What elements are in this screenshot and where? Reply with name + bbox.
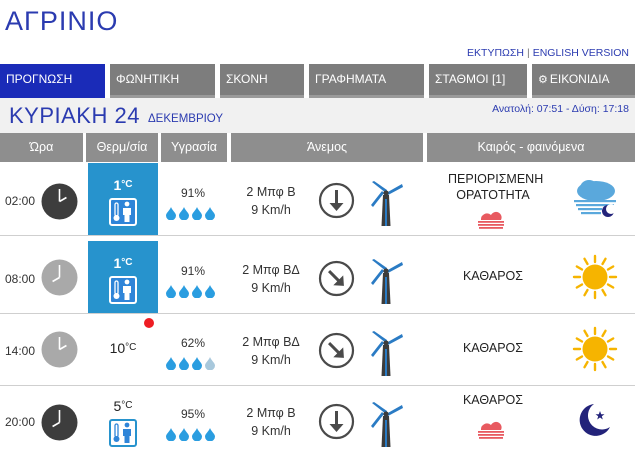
forecast-row: 08:00 1°C 91% 2 Μπφ ΒΔ 9 Km/h ΚΑΘΑΡΟΣ <box>0 241 635 314</box>
time-label: 02:00 <box>5 194 36 208</box>
tab-dust[interactable]: ΣΚΟΝΗ <box>220 64 304 98</box>
wind-force: 2 Μπφ Β <box>246 406 296 420</box>
humidity-drops-icon <box>166 206 222 221</box>
date-band: ΚΥΡΙΑΚΗ 24 ΔΕΚΕΜΒΡΙΟΥ Ανατολή: 07:51 - Δ… <box>0 98 635 133</box>
wind-direction-icon <box>318 182 355 219</box>
gear-icon: ⚙ <box>538 74 548 86</box>
humidity-value: 62% <box>180 336 206 350</box>
wind-speed: 9 Km/h <box>251 203 291 217</box>
weather-condition: ΚΑΘΑΡΟΣ <box>462 341 524 355</box>
print-link[interactable]: ΕΚΤΥΠΩΣΗ <box>467 47 524 59</box>
humidity-drops-icon <box>166 427 222 442</box>
date-day: ΚΥΡΙΑΚΗ 24 <box>9 103 140 128</box>
temperature-unit: °C <box>121 257 133 268</box>
header-temp: Θερμ/σία <box>86 133 158 162</box>
city-title: ΑΓΡΙΝΙΟ <box>5 6 119 36</box>
tab-label: ΠΡΟΓΝΩΣΗ <box>6 72 73 86</box>
wind-speed: 9 Km/h <box>251 353 291 367</box>
weather-condition: ΠΕΡΙΟΡΙΣΜΕΝΗ ΟΡΑΤΟΤΗΤΑ <box>448 172 544 202</box>
english-version-link[interactable]: ENGLISH VERSION <box>533 47 629 59</box>
cloud-fog-night-icon <box>572 176 618 222</box>
temperature-unit: °C <box>125 342 137 353</box>
temperature-cell: 1°C <box>88 241 158 313</box>
forecast-row: 20:00 5°C 95% 2 Μπφ Β 9 Km/h ΚΑΘΑΡΟΣ <box>0 384 635 455</box>
weather-condition: ΚΑΘΑΡΟΣ <box>462 393 524 407</box>
wind-direction-icon <box>318 403 355 440</box>
tab-stations[interactable]: ΣΤΑΘΜΟΙ [1] <box>429 64 527 98</box>
temperature-unit: °C <box>121 179 133 190</box>
wind-turbine-icon <box>368 400 404 448</box>
temperature-value: 10°C <box>88 340 158 356</box>
alert-dot-icon <box>144 318 154 328</box>
thermometer-person-cold-icon <box>109 276 137 304</box>
sunrise-sunset: Ανατολή: 07:51 - Δύση: 17:18 <box>492 103 629 115</box>
thermometer-person-cold-icon <box>109 198 137 226</box>
header-wind: Άνεμος <box>231 133 423 162</box>
time-label: 08:00 <box>5 272 36 286</box>
haze-icon <box>476 421 506 439</box>
tab-charts[interactable]: ΓΡΑΦΗΜΑΤΑ <box>309 64 424 98</box>
humidity-drops-icon <box>166 356 222 371</box>
temperature-cell: 5°C <box>88 384 158 455</box>
wind-turbine-icon <box>368 179 404 227</box>
tab-voice[interactable]: ΦΩΝΗΤΙΚΗ <box>110 64 215 98</box>
wind-direction-icon <box>318 332 355 369</box>
tab-label: ΣΤΑΘΜΟΙ [1] <box>435 72 506 86</box>
clock-icon <box>41 404 78 441</box>
forecast-row: 14:00 10°C 62% 2 Μπφ ΒΔ 9 Km/h ΚΑΘΑΡΟΣ <box>0 313 635 386</box>
temperature-value: 1°C <box>88 255 158 271</box>
tab-bar: ΠΡΟΓΝΩΣΗ ΦΩΝΗΤΙΚΗ ΣΚΟΝΗ ΓΡΑΦΗΜΑΤΑ ΣΤΑΘΜΟ… <box>0 64 635 98</box>
temperature-number: 10 <box>109 340 126 356</box>
wind-force: 2 Μπφ Β <box>246 185 296 199</box>
tab-label: ΣΚΟΝΗ <box>226 72 268 86</box>
time-label: 14:00 <box>5 344 36 358</box>
sun-icon <box>572 326 618 372</box>
time-label: 20:00 <box>5 415 36 429</box>
thermometer-person-cold-icon <box>109 419 137 447</box>
tab-forecast[interactable]: ΠΡΟΓΝΩΣΗ <box>0 64 105 98</box>
wind-speed: 9 Km/h <box>251 281 291 295</box>
tab-icons[interactable]: ⚙ ΕΙΚΟΝΙΔΙΑ <box>532 64 635 98</box>
tab-label: ΦΩΝΗΤΙΚΗ <box>116 72 180 86</box>
moon-star-icon <box>572 397 618 443</box>
wind-speed: 9 Km/h <box>251 424 291 438</box>
clock-icon <box>41 183 78 220</box>
temperature-value: 1°C <box>88 177 158 193</box>
clock-icon <box>41 331 78 368</box>
haze-icon <box>476 211 506 229</box>
humidity-value: 95% <box>180 407 206 421</box>
humidity-value: 91% <box>180 186 206 200</box>
row-divider <box>0 235 635 236</box>
link-separator: | <box>526 47 530 59</box>
header-humidity: Υγρασία <box>161 133 227 162</box>
weather-condition: ΚΑΘΑΡΟΣ <box>462 269 524 283</box>
wind-turbine-icon <box>368 257 404 305</box>
forecast-row: 02:00 1°C 91% 2 Μπφ Β 9 Km/h ΠΕΡΙΟΡΙΣΜΕΝΗ ΟΡΑ… <box>0 163 635 236</box>
date-month: ΔΕΚΕΜΒΡΙΟΥ <box>148 113 224 125</box>
wind-direction-icon <box>318 260 355 297</box>
clock-icon <box>41 259 78 296</box>
temperature-unit: °C <box>121 400 133 411</box>
temperature-cell: 1°C <box>88 163 158 235</box>
sun-icon <box>572 254 618 300</box>
tab-label: ΕΙΚΟΝΙΔΙΑ <box>549 72 610 86</box>
header-weather: Καιρός - φαινόμενα <box>427 133 635 162</box>
temperature-value: 5°C <box>88 398 158 414</box>
tab-label: ΓΡΑΦΗΜΑΤΑ <box>315 72 387 86</box>
humidity-drops-icon <box>166 284 222 299</box>
top-links: ΕΚΤΥΠΩΣΗ | ENGLISH VERSION <box>467 47 629 59</box>
wind-force: 2 Μπφ ΒΔ <box>242 335 300 349</box>
wind-turbine-icon <box>368 329 404 377</box>
wind-force: 2 Μπφ ΒΔ <box>242 263 300 277</box>
header-time: Ώρα <box>0 133 83 162</box>
humidity-value: 91% <box>180 264 206 278</box>
